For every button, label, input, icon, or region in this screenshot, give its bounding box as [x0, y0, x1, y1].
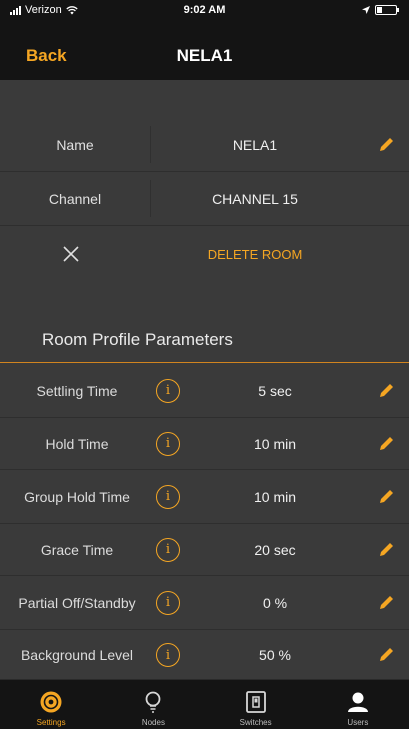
user-icon	[347, 692, 368, 712]
bulb-icon	[145, 691, 161, 713]
param-value: 20 sec	[254, 541, 296, 558]
param-row-group-hold-time[interactable]: Group Hold Time i 10 min	[0, 470, 409, 524]
section-divider	[0, 362, 409, 363]
tab-label: Settings	[36, 718, 66, 727]
param-label: Partial Off/Standby	[18, 594, 136, 611]
param-value: 10 min	[253, 488, 297, 505]
param-row-partial-off-standby[interactable]: Partial Off/Standby i 0 %	[0, 576, 409, 630]
battery-icon	[375, 5, 399, 15]
page-title: NELA1	[176, 46, 233, 65]
param-label: Hold Time	[45, 435, 109, 452]
param-row-grace-time[interactable]: Grace Time i 20 sec	[0, 524, 409, 576]
param-label: Settling Time	[36, 382, 118, 399]
edit-pencil-icon[interactable]	[377, 541, 395, 559]
tab-label: Switches	[239, 718, 272, 727]
tab-bar: Settings Nodes Switches Users	[0, 679, 409, 729]
navigation-bar: Back NELA1	[0, 20, 409, 80]
info-icon[interactable]: i	[156, 643, 180, 667]
param-value: 50 %	[259, 647, 291, 663]
name-value: NELA1	[232, 136, 278, 153]
param-label: Grace Time	[40, 541, 114, 558]
tab-users[interactable]: Users	[307, 680, 409, 729]
gear-icon	[40, 691, 62, 713]
channel-row: Channel CHANNEL 15	[0, 172, 409, 226]
status-bar: Verizon 9:02 AM	[0, 0, 409, 20]
tab-settings[interactable]: Settings	[0, 680, 102, 729]
edit-pencil-icon[interactable]	[377, 646, 395, 664]
section-title: Room Profile Parameters	[42, 330, 233, 349]
info-icon[interactable]: i	[156, 590, 180, 615]
tab-nodes[interactable]: Nodes	[102, 680, 204, 729]
switch-icon	[245, 691, 266, 713]
param-value: 5 sec	[258, 382, 292, 399]
param-row-background-level[interactable]: Background Level i 50 %	[0, 630, 409, 680]
param-label: Group Hold Time	[24, 488, 130, 505]
tab-switches[interactable]: Switches	[205, 680, 307, 729]
edit-name-pencil-icon[interactable]	[377, 136, 395, 154]
param-value: 0 %	[262, 594, 288, 611]
edit-pencil-icon[interactable]	[377, 435, 395, 453]
delete-room-button[interactable]: DELETE ROOM	[150, 247, 360, 262]
location-icon	[362, 6, 370, 14]
param-row-settling-time[interactable]: Settling Time i 5 sec	[0, 364, 409, 418]
param-value: 10 min	[253, 435, 297, 452]
channel-value: CHANNEL 15	[212, 190, 298, 207]
name-label: Name	[56, 136, 94, 153]
edit-pencil-icon[interactable]	[377, 488, 395, 506]
edit-pencil-icon[interactable]	[377, 594, 395, 612]
channel-label: Channel	[48, 190, 102, 207]
status-right	[362, 5, 399, 15]
tab-label: Users	[347, 718, 369, 727]
param-row-hold-time[interactable]: Hold Time i 10 min	[0, 418, 409, 470]
param-label: Background Level	[20, 647, 134, 663]
info-icon[interactable]: i	[156, 537, 180, 562]
info-icon[interactable]: i	[156, 378, 180, 403]
info-icon[interactable]: i	[156, 484, 180, 509]
close-icon[interactable]	[63, 246, 79, 262]
delete-room-row[interactable]: DELETE ROOM	[0, 226, 409, 282]
tab-label: Nodes	[141, 718, 165, 727]
edit-pencil-icon[interactable]	[377, 382, 395, 400]
name-row[interactable]: Name NELA1	[0, 118, 409, 172]
clock: 9:02 AM	[183, 4, 226, 16]
info-icon[interactable]: i	[156, 431, 180, 456]
